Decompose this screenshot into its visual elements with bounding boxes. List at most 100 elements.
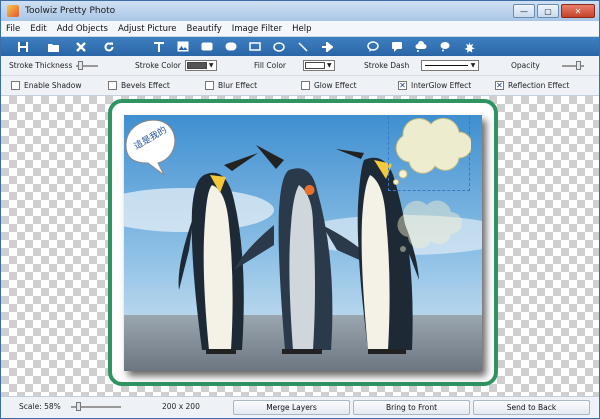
menu-bar: File Edit Add Objects Adjust Picture Bea… xyxy=(1,21,599,37)
opacity-slider[interactable] xyxy=(561,60,584,70)
splat-icon xyxy=(464,41,475,53)
glow-effect-toggle[interactable]: Glow Effect xyxy=(301,81,357,90)
canvas-size-readout: 200 x 200 xyxy=(162,402,200,411)
stroke-dash-label: Stroke Dash xyxy=(364,61,410,70)
minimize-button[interactable]: — xyxy=(513,4,535,18)
oval-balloon-button[interactable] xyxy=(361,38,385,55)
splat-button[interactable] xyxy=(457,38,481,55)
stroke-color-picker[interactable]: ▼ xyxy=(184,60,217,71)
opacity-label: Opacity xyxy=(511,61,540,70)
delete-button[interactable] xyxy=(69,38,93,55)
menu-help[interactable]: Help xyxy=(287,24,316,34)
ellipse-button[interactable] xyxy=(267,38,291,55)
blur-effect-checkbox[interactable] xyxy=(205,81,214,90)
interglow-effect-label: InterGlow Effect xyxy=(411,81,472,90)
slider-thumb[interactable] xyxy=(575,60,581,70)
text-icon xyxy=(154,41,164,52)
reflection-effect-toggle[interactable]: ✕ Reflection Effect xyxy=(495,81,569,90)
fill-color-swatch xyxy=(305,62,325,69)
fill-color-label: Fill Color xyxy=(254,61,286,70)
interglow-effect-checkbox[interactable]: ✕ xyxy=(398,81,407,90)
rotate-icon xyxy=(104,41,114,51)
bring-to-front-button[interactable]: Bring to Front xyxy=(353,400,470,415)
title-bar[interactable]: Toolwiz Pretty Photo — ▢ ✕ xyxy=(1,1,599,21)
line-button[interactable] xyxy=(291,38,315,55)
menu-image-filter[interactable]: Image Filter xyxy=(227,24,287,34)
thought-balloon-button[interactable] xyxy=(433,38,457,55)
slider-thumb[interactable] xyxy=(78,60,84,70)
rectangle-icon xyxy=(249,42,261,51)
enable-shadow-checkbox[interactable] xyxy=(11,81,20,90)
blur-effect-label: Blur Effect xyxy=(218,81,258,90)
stroke-thickness-label: Stroke Thickness xyxy=(9,61,73,70)
maximize-button[interactable]: ▢ xyxy=(537,4,559,18)
line-icon xyxy=(298,41,308,52)
add-text-button[interactable] xyxy=(147,38,171,55)
main-toolbar xyxy=(1,37,599,56)
chevron-down-icon: ▼ xyxy=(327,62,332,69)
menu-file[interactable]: File xyxy=(1,24,25,34)
reflection-effect-label: Reflection Effect xyxy=(508,81,570,90)
chevron-down-icon: ▼ xyxy=(208,62,214,69)
menu-add-objects[interactable]: Add Objects xyxy=(52,24,113,34)
cloud-reflection xyxy=(392,195,462,263)
enable-shadow-label: Enable Shadow xyxy=(24,81,82,90)
add-image-button[interactable] xyxy=(171,38,195,55)
menu-adjust-picture[interactable]: Adjust Picture xyxy=(113,24,182,34)
blur-effect-toggle[interactable]: Blur Effect xyxy=(205,81,257,90)
delete-icon xyxy=(76,41,86,52)
merge-layers-button[interactable]: Merge Layers xyxy=(233,400,350,415)
bevels-effect-checkbox[interactable] xyxy=(108,81,117,90)
save-icon xyxy=(18,41,28,52)
oval-balloon-icon xyxy=(367,41,379,52)
rect-balloon-button[interactable] xyxy=(385,38,409,55)
stroke-color-swatch xyxy=(186,62,207,69)
glow-effect-checkbox[interactable] xyxy=(301,81,310,90)
bevels-effect-toggle[interactable]: Bevels Effect xyxy=(108,81,170,90)
reflection-effect-checkbox[interactable]: ✕ xyxy=(495,81,504,90)
image-icon xyxy=(177,41,189,52)
app-logo-icon xyxy=(7,5,19,17)
window-title: Toolwiz Pretty Photo xyxy=(25,6,116,16)
rounded-rect-filled-button[interactable] xyxy=(219,38,243,55)
ellipse-icon xyxy=(273,41,285,52)
close-button[interactable]: ✕ xyxy=(561,4,595,18)
selected-cloud-balloon[interactable] xyxy=(388,115,473,191)
thought-balloon-icon xyxy=(440,42,450,52)
enable-shadow-toggle[interactable]: Enable Shadow xyxy=(11,81,82,90)
rounded-rect-button[interactable] xyxy=(195,38,219,55)
fill-color-picker[interactable]: ▼ xyxy=(303,60,335,71)
interglow-effect-toggle[interactable]: ✕ InterGlow Effect xyxy=(398,81,471,90)
penguin-photo[interactable]: 這是我的 xyxy=(124,115,482,371)
glow-effect-label: Glow Effect xyxy=(314,81,357,90)
properties-bar: Stroke Thickness Stroke Color ▼ Fill Col… xyxy=(1,56,599,76)
bevels-effect-label: Bevels Effect xyxy=(121,81,170,90)
photo-frame[interactable]: 這是我的 xyxy=(108,99,498,386)
save-button[interactable] xyxy=(11,38,35,55)
speech-balloon[interactable]: 這是我的 xyxy=(124,115,184,177)
rectangle-button[interactable] xyxy=(243,38,267,55)
menu-beautify[interactable]: Beautify xyxy=(182,24,227,34)
rounded-rect-icon xyxy=(201,42,213,51)
chevron-down-icon: ▼ xyxy=(470,62,476,69)
scale-readout: Scale: 58% xyxy=(19,402,61,411)
status-bar: Scale: 58% 200 x 200 Merge Layers Bring … xyxy=(1,396,599,418)
scale-slider[interactable] xyxy=(71,402,121,411)
stroke-dash-select[interactable]: ▼ xyxy=(421,60,480,71)
open-button[interactable] xyxy=(41,38,65,55)
app-window: Toolwiz Pretty Photo — ▢ ✕ File Edit Add… xyxy=(0,0,600,419)
cloud-balloon-icon xyxy=(415,41,427,52)
send-to-back-button[interactable]: Send to Back xyxy=(473,400,590,415)
arrow-icon xyxy=(322,41,333,52)
cloud-balloon-button[interactable] xyxy=(409,38,433,55)
dash-preview xyxy=(425,65,468,66)
stroke-color-label: Stroke Color xyxy=(135,61,181,70)
rect-balloon-icon xyxy=(392,42,402,52)
arrow-button[interactable] xyxy=(315,38,339,55)
slider-thumb[interactable] xyxy=(76,402,81,411)
stroke-thickness-slider[interactable] xyxy=(76,60,99,70)
rounded-rect-filled-icon xyxy=(225,42,237,51)
rotate-button[interactable] xyxy=(97,38,121,55)
editing-canvas[interactable]: 這是我的 xyxy=(1,96,599,396)
menu-edit[interactable]: Edit xyxy=(25,24,51,34)
